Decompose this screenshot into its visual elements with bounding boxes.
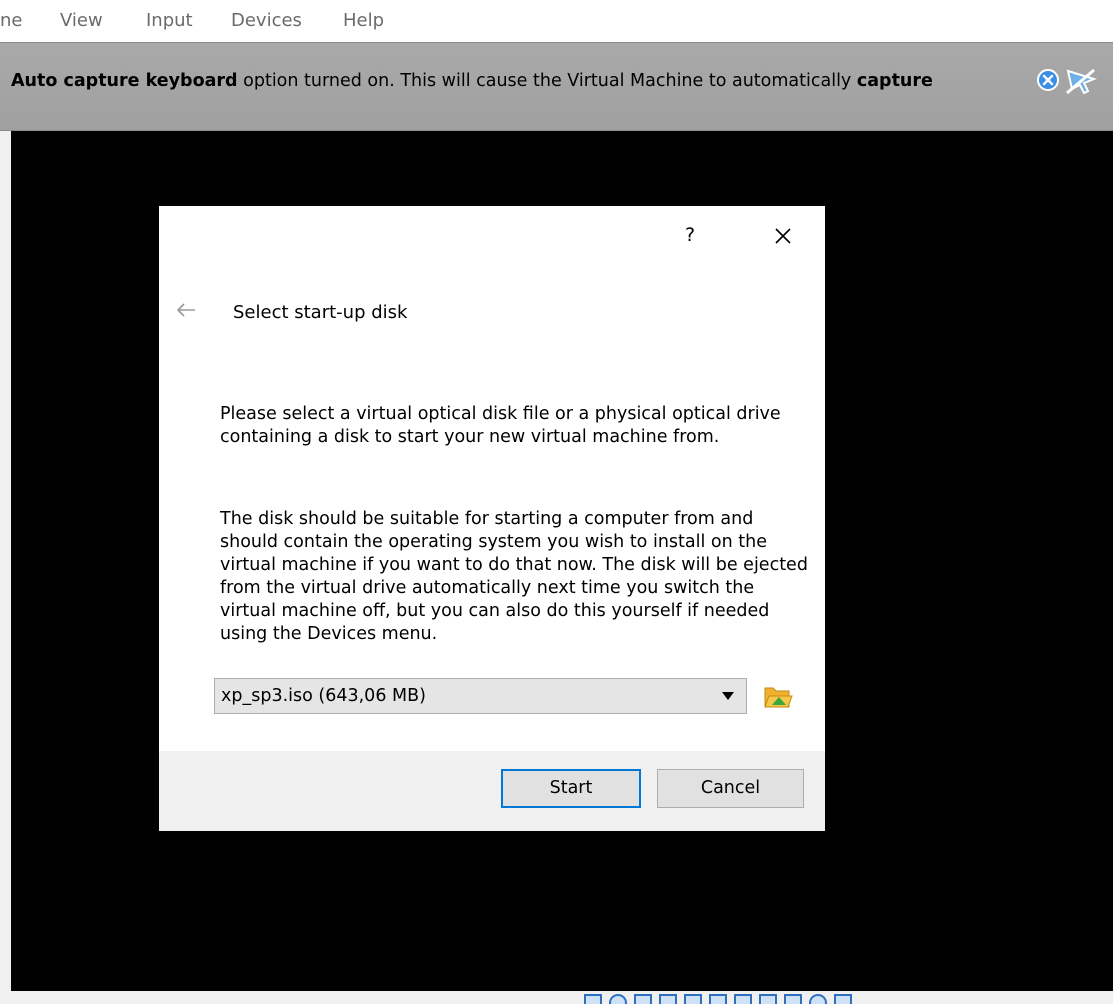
- notification-bar: Auto capture keyboard option turned on. …: [0, 43, 1113, 131]
- close-x-glyph: [775, 228, 791, 244]
- status-bar: [0, 991, 1113, 1003]
- folder-open-icon[interactable]: [763, 682, 793, 710]
- menu-input[interactable]: Input: [146, 10, 193, 31]
- cancel-button[interactable]: Cancel: [657, 769, 804, 808]
- disk-select-value: xp_sp3.iso (643,06 MB): [221, 686, 426, 706]
- mouse-pointer-icon[interactable]: [1064, 67, 1098, 95]
- menu-bar: ne View Input Devices Help: [0, 0, 1113, 43]
- notification-bold-1: Auto capture keyboard: [11, 71, 238, 91]
- menu-machine[interactable]: ne: [0, 10, 22, 31]
- notification-message: Auto capture keyboard option turned on. …: [11, 71, 933, 91]
- close-icon[interactable]: [769, 222, 797, 250]
- dialog-title: Select start-up disk: [233, 302, 408, 323]
- folder-glyph: [764, 687, 793, 708]
- help-button[interactable]: ?: [680, 224, 700, 248]
- description-paragraph-1: Please select a virtual optical disk fil…: [220, 404, 781, 447]
- start-button[interactable]: Start: [501, 769, 641, 808]
- chevron-down-icon: [722, 692, 734, 700]
- disk-select[interactable]: xp_sp3.iso (643,06 MB): [214, 678, 747, 714]
- pointer-glyph: [1066, 68, 1098, 95]
- menu-view[interactable]: View: [60, 10, 103, 31]
- description-paragraph-2: The disk should be suitable for starting…: [220, 509, 808, 644]
- startup-disk-dialog: ? Select start-up disk Please select a v…: [159, 206, 825, 831]
- menu-help[interactable]: Help: [343, 10, 384, 31]
- notification-bold-2: capture: [856, 71, 933, 91]
- window-left-edge: [0, 131, 11, 991]
- back-arrow-icon[interactable]: [175, 302, 197, 318]
- menu-devices[interactable]: Devices: [231, 10, 302, 31]
- close-icon[interactable]: [1037, 69, 1059, 91]
- back-arrow-glyph: [176, 303, 195, 317]
- close-glyph: [1042, 74, 1054, 86]
- notification-text-1: option turned on. This will cause the Vi…: [237, 71, 857, 91]
